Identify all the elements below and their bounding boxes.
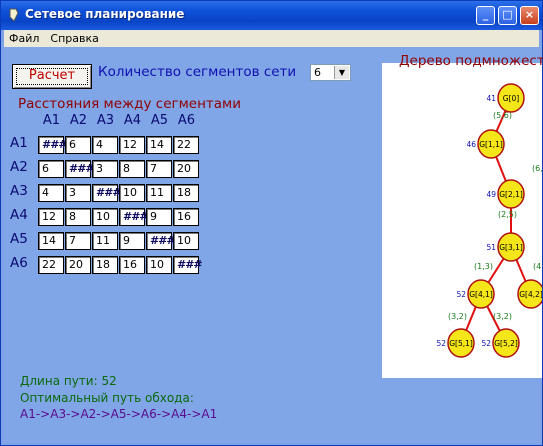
main-panel: Расчет Количество сегментов сети 6 ▼ Рас… <box>4 47 543 443</box>
matrix-cell[interactable]: 8 <box>119 160 145 178</box>
path-length-label: Длина пути: <box>20 374 98 388</box>
matrix-cell[interactable]: 22 <box>173 136 199 154</box>
tree-canvas: (5,6)(6,4)(2,5)(1,3)(4,3)(3,2)(3,2)G[0]4… <box>382 63 542 378</box>
node-label: G[2,1] <box>499 190 523 199</box>
node-cost: 52 <box>456 290 466 299</box>
node-label: G[4,2] <box>519 290 542 299</box>
edge-label: (1,3) <box>474 262 493 271</box>
matrix-cell[interactable]: ### <box>65 160 95 178</box>
path-length: Длина пути: 52 <box>20 374 117 388</box>
matrix-cell[interactable]: ### <box>146 232 176 250</box>
path-length-value: 52 <box>101 374 117 388</box>
row-header: A4 <box>10 207 28 223</box>
row-header: A6 <box>10 255 28 271</box>
matrix-cell[interactable]: 12 <box>119 136 145 154</box>
title-bar: Сетевое планирование _ □ × <box>1 1 542 30</box>
menu-bar: Файл Справка <box>4 30 539 47</box>
matrix-cell[interactable]: ### <box>173 256 203 274</box>
menu-help[interactable]: Справка <box>45 30 104 45</box>
route-value: A1->A3->A2->A5->A6->A4->A1 <box>20 407 218 421</box>
matrix-cell[interactable]: 11 <box>146 184 172 202</box>
matrix-cell[interactable]: 3 <box>65 184 91 202</box>
edge-label: (2,5) <box>498 210 517 219</box>
matrix-cell[interactable]: 18 <box>92 256 118 274</box>
row-header: A5 <box>10 231 28 247</box>
matrix-cell[interactable]: 12 <box>38 208 64 226</box>
maximize-button[interactable]: □ <box>498 6 517 25</box>
column-header: A4 <box>123 113 142 128</box>
node-cost: 46 <box>466 140 476 149</box>
matrix-cell[interactable]: 14 <box>146 136 172 154</box>
matrix-cell[interactable]: 9 <box>119 232 145 250</box>
matrix-cell[interactable]: 4 <box>38 184 64 202</box>
matrix-cell[interactable]: 20 <box>173 160 199 178</box>
column-header: A6 <box>177 113 196 128</box>
distances-title: Расстояния между сегментами <box>18 96 242 112</box>
segments-value: 6 <box>314 66 321 79</box>
row-header: A2 <box>10 159 28 175</box>
matrix-cell[interactable]: 10 <box>92 208 118 226</box>
app-icon <box>9 8 19 22</box>
route-title: Оптимальный путь обхода: <box>20 391 194 405</box>
node-cost: 41 <box>486 94 496 103</box>
subset-tree: (5,6)(6,4)(2,5)(1,3)(4,3)(3,2)(3,2)G[0]4… <box>436 83 542 358</box>
matrix-cell[interactable]: 6 <box>38 160 64 178</box>
node-label: G[1,1] <box>479 140 503 149</box>
matrix-cell[interactable]: ### <box>38 136 68 154</box>
matrix-cell[interactable]: 4 <box>92 136 118 154</box>
matrix-cell[interactable]: 7 <box>146 160 172 178</box>
node-label: G[5,1] <box>449 339 473 348</box>
matrix-cell[interactable]: 16 <box>173 208 199 226</box>
matrix-cell[interactable]: 10 <box>146 256 172 274</box>
matrix-cell[interactable]: 18 <box>173 184 199 202</box>
minimize-button[interactable]: _ <box>476 6 495 25</box>
segments-label: Количество сегментов сети <box>98 64 297 80</box>
matrix-cell[interactable]: 20 <box>65 256 91 274</box>
column-header: A1 <box>42 113 61 128</box>
matrix-cell[interactable]: 16 <box>119 256 145 274</box>
node-cost: 51 <box>486 243 496 252</box>
edge-label: (3,2) <box>493 312 512 321</box>
node-label: G[4,1] <box>469 290 493 299</box>
edge-label: (3,2) <box>448 312 467 321</box>
segments-select[interactable]: 6 ▼ <box>310 64 351 81</box>
node-cost: 49 <box>486 190 496 199</box>
matrix-cell[interactable]: ### <box>119 208 149 226</box>
matrix-cell[interactable]: 22 <box>38 256 64 274</box>
tree-title: Дерево подмножеств <box>399 53 543 69</box>
matrix-cell[interactable]: 14 <box>38 232 64 250</box>
node-label: G[0] <box>503 94 520 103</box>
matrix-cell[interactable]: 10 <box>119 184 145 202</box>
matrix-cell[interactable]: 10 <box>173 232 199 250</box>
row-header: A3 <box>10 183 28 199</box>
matrix-cell[interactable]: 11 <box>92 232 118 250</box>
menu-file[interactable]: Файл <box>4 30 45 45</box>
column-header: A3 <box>96 113 115 128</box>
column-header: A2 <box>69 113 88 128</box>
edge-label: (6,4) <box>532 164 542 173</box>
node-label: G[3,1] <box>499 243 523 252</box>
column-header: A5 <box>150 113 169 128</box>
matrix-cell[interactable]: 6 <box>65 136 91 154</box>
close-button[interactable]: × <box>520 6 539 25</box>
matrix-cell[interactable]: 9 <box>146 208 172 226</box>
edge-label: (4,3) <box>533 262 542 271</box>
matrix-cell[interactable]: 7 <box>65 232 91 250</box>
calculate-button[interactable]: Расчет <box>12 64 92 89</box>
matrix-cell[interactable]: 3 <box>92 160 118 178</box>
window-title: Сетевое планирование <box>25 7 185 21</box>
node-cost: 52 <box>436 339 446 348</box>
row-header: A1 <box>10 135 28 151</box>
matrix-cell[interactable]: 8 <box>65 208 91 226</box>
node-label: G[5,2] <box>494 339 518 348</box>
app-window: Сетевое планирование _ □ × Файл Справка Р… <box>0 0 543 446</box>
matrix-cell[interactable]: ### <box>92 184 122 202</box>
chevron-down-icon[interactable]: ▼ <box>334 66 349 79</box>
focus-rect <box>16 68 88 85</box>
node-cost: 52 <box>481 339 491 348</box>
